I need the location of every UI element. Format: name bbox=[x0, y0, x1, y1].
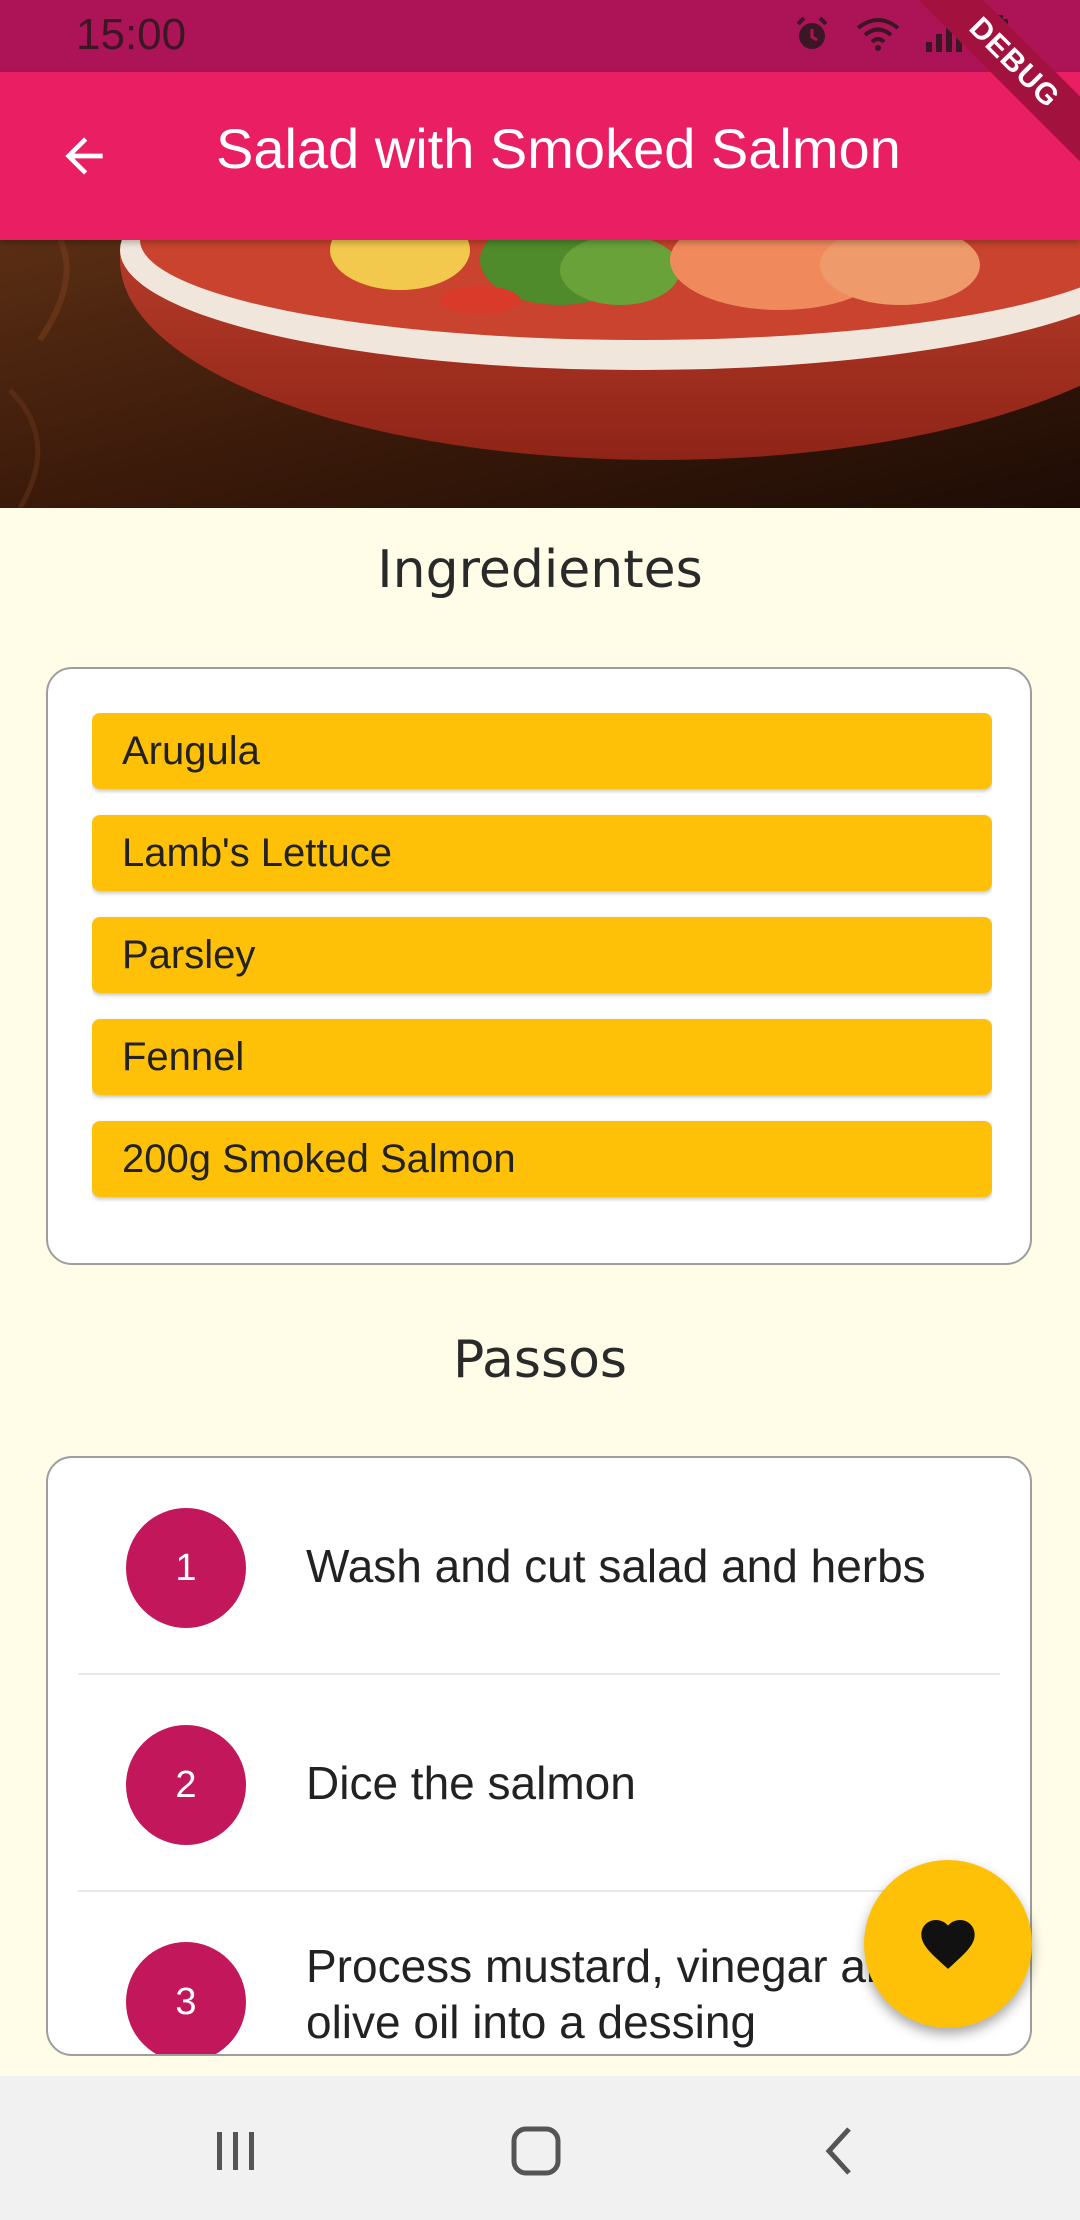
step-text: Dice the salmon bbox=[306, 1757, 636, 1809]
step-number-avatar: 1 bbox=[126, 1508, 246, 1628]
ingredient-item: Fennel bbox=[92, 1019, 992, 1095]
ingredients-title: Ingredientes bbox=[377, 540, 703, 600]
recent-apps-icon bbox=[217, 2132, 254, 2170]
steps-title: Passos bbox=[453, 1330, 627, 1390]
ingredient-list[interactable]: Arugula Lamb's Lettuce Parsley Fennel 20… bbox=[92, 713, 992, 1203]
page-title: Salad with Smoked Salmon bbox=[216, 117, 901, 180]
ingredient-item: 200g Smoked Salmon bbox=[92, 1121, 992, 1197]
ingredient-item: Parsley bbox=[92, 917, 992, 993]
wifi-icon bbox=[856, 18, 900, 51]
ingredient-item: Arugula bbox=[92, 713, 992, 789]
app-bar: Salad with Smoked Salmon bbox=[0, 72, 1080, 240]
ingredient-item: Lamb's Lettuce bbox=[92, 815, 992, 891]
step-number-avatar: 2 bbox=[126, 1725, 246, 1845]
step-number-avatar: 3 bbox=[126, 1942, 246, 2054]
recent-apps-button[interactable] bbox=[196, 2116, 276, 2186]
back-button[interactable] bbox=[40, 112, 128, 200]
back-nav-icon bbox=[825, 2127, 851, 2175]
system-nav-bar bbox=[0, 2076, 1080, 2220]
step-row: 1 Wash and cut salad and herbs bbox=[78, 1458, 1000, 1675]
back-nav-button[interactable] bbox=[800, 2116, 880, 2186]
ingredients-card: Arugula Lamb's Lettuce Parsley Fennel 20… bbox=[46, 667, 1032, 1265]
home-button[interactable] bbox=[496, 2116, 576, 2186]
step-row: 3 Process mustard, vinegar and olive oil… bbox=[78, 1892, 1000, 2054]
status-bar: 15:00 bbox=[0, 0, 1080, 72]
alarm-icon bbox=[796, 16, 828, 49]
arrow-back-icon bbox=[65, 137, 103, 175]
favorite-button[interactable] bbox=[864, 1860, 1032, 2028]
step-row: 2 Dice the salmon bbox=[78, 1675, 1000, 1892]
home-icon bbox=[511, 2126, 561, 2176]
recipe-image bbox=[0, 240, 1080, 508]
heart-icon bbox=[921, 1920, 975, 1969]
step-text: Wash and cut salad and herbs bbox=[306, 1540, 926, 1592]
status-time: 15:00 bbox=[76, 10, 187, 59]
